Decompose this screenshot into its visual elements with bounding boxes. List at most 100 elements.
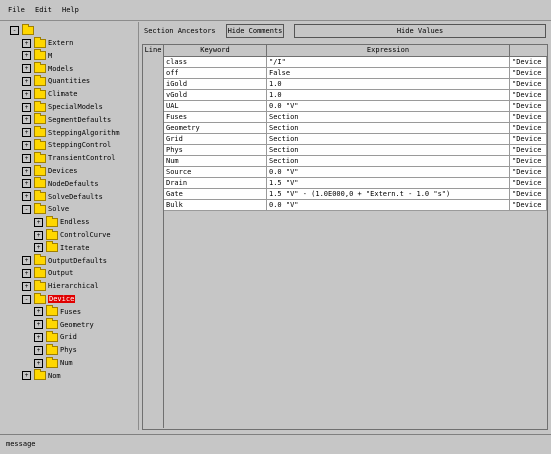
origin-cell[interactable]: "Device xyxy=(510,189,547,200)
tree-item[interactable]: + Climate xyxy=(22,87,78,100)
tree-item[interactable]: + Grid xyxy=(34,330,77,343)
expand-icon[interactable]: + xyxy=(22,140,31,150)
keyword-cell[interactable]: off xyxy=(164,68,267,79)
tree-item[interactable]: + SteppingAlgorithm xyxy=(22,126,120,139)
expand-icon[interactable]: + xyxy=(34,358,43,368)
origin-cell[interactable]: "Device xyxy=(510,167,547,178)
tree-item[interactable]: + Fuses xyxy=(34,305,81,318)
expand-icon[interactable]: + xyxy=(34,217,43,227)
origin-cell[interactable]: "Device xyxy=(510,145,547,156)
expression-cell[interactable]: 0.0 "V" xyxy=(267,200,510,211)
expression-cell[interactable]: 1.5 "V" xyxy=(267,178,510,189)
keyword-cell[interactable]: UAL xyxy=(164,101,267,112)
hide-comments-button[interactable]: Hide Comments xyxy=(226,24,284,38)
keyword-cell[interactable]: Geometry xyxy=(164,123,267,134)
table-row[interactable]: class "/I" "Device xyxy=(143,57,547,68)
table-row[interactable]: Fuses Section "Device xyxy=(143,112,547,123)
table-row[interactable]: iGold 1.0 "Device xyxy=(143,79,547,90)
expand-icon[interactable]: + xyxy=(22,153,31,163)
tree-item[interactable]: + Quantities xyxy=(22,74,90,87)
table-row[interactable]: Grid Section "Device xyxy=(143,134,547,145)
origin-cell[interactable]: "Device xyxy=(510,112,547,123)
expand-icon[interactable]: + xyxy=(34,332,43,342)
origin-cell[interactable]: "Device xyxy=(510,123,547,134)
expand-icon[interactable]: + xyxy=(22,256,31,266)
expression-cell[interactable]: 1.5 "V" - (1.0E000,0 + "Extern.t - 1.0 "… xyxy=(267,189,510,200)
tree-item[interactable]: + Models xyxy=(22,62,73,75)
tree-item[interactable]: + SpecialModels xyxy=(22,100,103,113)
table-row[interactable]: UAL 0.0 "V" "Device xyxy=(143,101,547,112)
expression-cell[interactable]: Section xyxy=(267,112,510,123)
keyword-cell[interactable]: iGold xyxy=(164,79,267,90)
expand-icon[interactable]: + xyxy=(22,281,31,291)
header-keyword[interactable]: Keyword xyxy=(164,45,267,56)
expression-cell[interactable]: Section xyxy=(267,134,510,145)
expand-icon[interactable]: + xyxy=(34,243,43,253)
menu-help[interactable]: Help xyxy=(62,6,79,14)
keyword-cell[interactable]: Bulk xyxy=(164,200,267,211)
table-row[interactable]: Drain 1.5 "V" "Device xyxy=(143,178,547,189)
tree-item[interactable]: + SegmentDefaults xyxy=(22,113,111,126)
tree-root[interactable]: - xyxy=(10,23,36,36)
table-row[interactable]: off False "Device xyxy=(143,68,547,79)
tree-item[interactable]: + Geometry xyxy=(34,318,94,331)
tree-item[interactable]: - Solve xyxy=(22,202,69,215)
expand-icon[interactable]: + xyxy=(34,320,43,330)
origin-cell[interactable]: "Device xyxy=(510,156,547,167)
expression-cell[interactable]: Section xyxy=(267,145,510,156)
expand-icon[interactable]: + xyxy=(22,89,31,99)
expression-cell[interactable]: 0.0 "V" xyxy=(267,101,510,112)
tree-item[interactable]: + SolveDefaults xyxy=(22,190,103,203)
tree-item[interactable]: + OutputDefaults xyxy=(22,254,107,267)
tree-item[interactable]: - Device xyxy=(22,292,76,305)
tree-item[interactable]: + ControlCurve xyxy=(34,228,111,241)
tree-item[interactable]: + NodeDefaults xyxy=(22,177,99,190)
origin-cell[interactable]: "Device xyxy=(510,178,547,189)
origin-cell[interactable]: "Device xyxy=(510,57,547,68)
keyword-cell[interactable]: Num xyxy=(164,156,267,167)
expression-cell[interactable]: 1.0 xyxy=(267,90,510,101)
table-row[interactable]: Num Section "Device xyxy=(143,156,547,167)
tree-item[interactable]: + Iterate xyxy=(34,241,90,254)
expand-icon[interactable]: + xyxy=(34,345,43,355)
table-row[interactable]: Phys Section "Device xyxy=(143,145,547,156)
tree-item[interactable]: + Endless xyxy=(34,215,90,228)
expression-cell[interactable]: Section xyxy=(267,123,510,134)
keyword-cell[interactable]: Gate xyxy=(164,189,267,200)
expand-icon[interactable]: + xyxy=(22,38,31,48)
keyword-cell[interactable]: class xyxy=(164,57,267,68)
keyword-cell[interactable]: Fuses xyxy=(164,112,267,123)
origin-cell[interactable]: "Device xyxy=(510,101,547,112)
table-row[interactable]: Geometry Section "Device xyxy=(143,123,547,134)
expand-icon[interactable]: + xyxy=(22,166,31,176)
expression-cell[interactable]: 1.0 xyxy=(267,79,510,90)
tree-item[interactable]: + Extern xyxy=(22,36,73,49)
tree-item[interactable]: + SteppingControl xyxy=(22,138,111,151)
keyword-cell[interactable]: Grid xyxy=(164,134,267,145)
table-row[interactable]: Source 0.0 "V" "Device xyxy=(143,167,547,178)
expand-icon[interactable]: + xyxy=(22,179,31,189)
expand-icon[interactable]: + xyxy=(22,192,31,202)
tree-item[interactable]: + Output xyxy=(22,266,73,279)
table-row[interactable]: vGold 1.0 "Device xyxy=(143,90,547,101)
tree-item[interactable]: + Num xyxy=(34,356,73,369)
tree-item[interactable]: + TransientControl xyxy=(22,151,115,164)
origin-cell[interactable]: "Device xyxy=(510,79,547,90)
tree-item[interactable]: + M xyxy=(22,49,52,62)
table-row[interactable]: Gate 1.5 "V" - (1.0E000,0 + "Extern.t - 1… xyxy=(143,189,547,200)
expression-cell[interactable]: Section xyxy=(267,156,510,167)
expand-icon[interactable]: + xyxy=(22,128,31,138)
tree-item[interactable]: + Devices xyxy=(22,164,78,177)
keyword-cell[interactable]: Phys xyxy=(164,145,267,156)
expand-icon[interactable]: + xyxy=(22,371,31,381)
expression-cell[interactable]: "/I" xyxy=(267,57,510,68)
collapse-icon[interactable]: - xyxy=(22,294,31,304)
origin-cell[interactable]: "Device xyxy=(510,90,547,101)
hide-values-button[interactable]: Hide Values xyxy=(294,24,546,38)
expand-icon[interactable]: + xyxy=(22,64,31,74)
tree-item[interactable]: + Nom xyxy=(22,369,61,382)
keyword-cell[interactable]: vGold xyxy=(164,90,267,101)
expand-icon[interactable]: + xyxy=(22,51,31,61)
header-expression[interactable]: Expression xyxy=(267,45,510,56)
expression-cell[interactable]: False xyxy=(267,68,510,79)
